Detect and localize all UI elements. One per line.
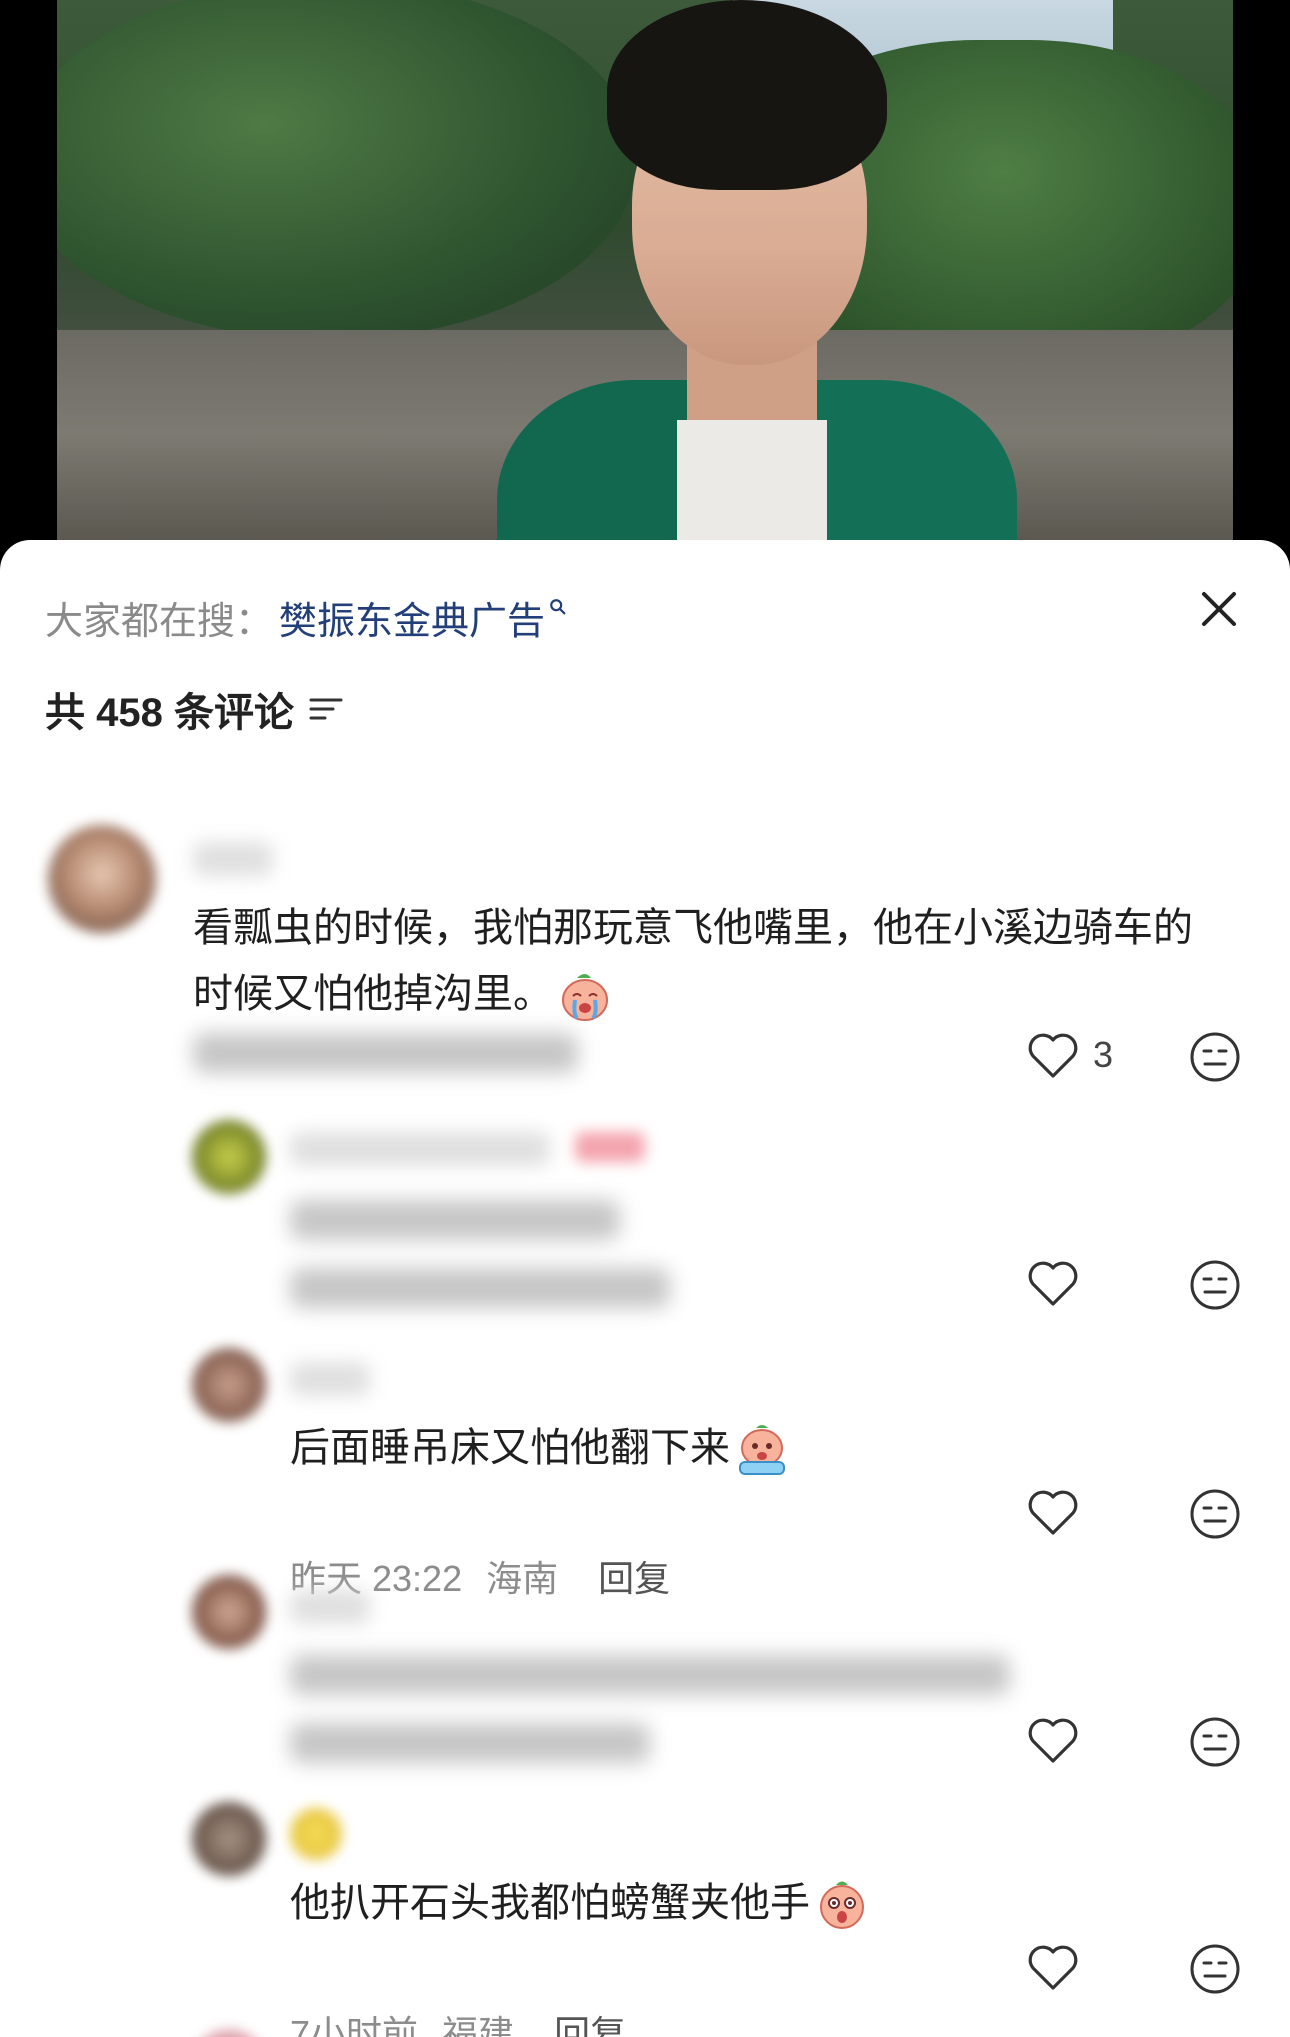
heart-icon [1028, 1718, 1078, 1763]
avatar[interactable] [192, 1802, 266, 1876]
avatar[interactable] [192, 1348, 266, 1422]
comment-text-segment: 他扒开石头我都怕螃蟹夹他手 [290, 1881, 810, 1925]
comment-meta-blurred [193, 1033, 578, 1073]
dislike-face-icon[interactable] [1188, 1487, 1242, 1541]
filter-icon[interactable] [308, 694, 344, 724]
comment-text-blurred [290, 1200, 620, 1240]
comment-count: 共 458 条评论 [45, 680, 344, 738]
comment-location: 福建 [442, 2013, 515, 2037]
comment-time: 7小时前 [290, 2013, 419, 2037]
shirt [677, 420, 827, 560]
scared-face-emoji [739, 1425, 785, 1476]
dislike-face-icon[interactable] [1188, 1030, 1242, 1084]
like-button[interactable] [1025, 1942, 1081, 1992]
dislike-face-icon[interactable] [1188, 1942, 1242, 1996]
video-frame [57, 0, 1233, 560]
search-keyword-link[interactable]: 樊振东金典广告 [279, 590, 545, 645]
hair [607, 0, 887, 190]
person [497, 0, 1017, 560]
search-icon [550, 598, 566, 614]
author-tag-blurred [575, 1132, 645, 1162]
comment-count-label: 共 458 条评论 [45, 691, 294, 735]
comment-text: 后面睡吊床又怕他翻下来 [290, 1415, 790, 1481]
avatar[interactable] [48, 825, 156, 933]
like-button[interactable] [1025, 1715, 1081, 1765]
avatar[interactable] [192, 1120, 266, 1194]
comment-meta-blurred [290, 1723, 650, 1763]
username-blurred[interactable] [290, 1590, 370, 1624]
comment-location: 海南 [486, 1558, 559, 1599]
username-blurred[interactable] [193, 842, 273, 876]
search-suggestion[interactable]: 大家都在搜： 樊振东金典广告 [45, 590, 567, 645]
comment-text-segment: 时候又怕他掉沟里。 [193, 972, 553, 1016]
heart-icon [1028, 1033, 1078, 1078]
close-icon[interactable] [1190, 580, 1248, 638]
shocked-face-emoji [820, 1881, 864, 1930]
dislike-face-icon[interactable] [1188, 1715, 1242, 1769]
like-button[interactable] [1025, 1487, 1081, 1537]
heart-icon [1028, 1261, 1078, 1306]
crying-face-emoji [562, 974, 608, 1022]
avatar[interactable] [192, 1575, 266, 1649]
comment-text-blurred [290, 1655, 1010, 1695]
comment-text-line: 看瓢虫的时候，我怕那玩意飞他嘴里，他在小溪边骑车的 [193, 906, 1193, 950]
comment-text-line: 时候又怕他掉沟里。 [193, 961, 1253, 1027]
like-button[interactable] [1025, 1258, 1081, 1308]
comment-meta: 7小时前 福建 回复 [290, 2005, 626, 2037]
username-blurred[interactable] [290, 1132, 550, 1166]
comment-sheet: 大家都在搜： 樊振东金典广告 共 458 条评论 看瓢虫的时候，我怕那玩意飞他嘴… [0, 540, 1290, 2037]
badge-icon [290, 1808, 342, 1860]
comment-text: 他扒开石头我都怕螃蟹夹他手 [290, 1870, 870, 1936]
heart-icon [1028, 1945, 1078, 1990]
heart-icon [1028, 1490, 1078, 1535]
search-suggestion-label: 大家都在搜： [45, 601, 274, 643]
like-count: 3 [1093, 1034, 1114, 1075]
comment-text: 看瓢虫的时候，我怕那玩意飞他嘴里，他在小溪边骑车的 时候又怕他掉沟里。 [193, 895, 1253, 1027]
video-player[interactable] [0, 0, 1290, 560]
reply-button[interactable]: 回复 [598, 1558, 670, 1599]
like-button[interactable]: 3 [1025, 1030, 1113, 1080]
dislike-face-icon[interactable] [1188, 1258, 1242, 1312]
comment-meta-blurred [290, 1268, 670, 1308]
comment-text-segment: 后面睡吊床又怕他翻下来 [290, 1426, 730, 1470]
reply-button[interactable]: 回复 [554, 2013, 626, 2037]
avatar[interactable] [192, 2030, 266, 2037]
username-blurred[interactable] [290, 1362, 370, 1396]
